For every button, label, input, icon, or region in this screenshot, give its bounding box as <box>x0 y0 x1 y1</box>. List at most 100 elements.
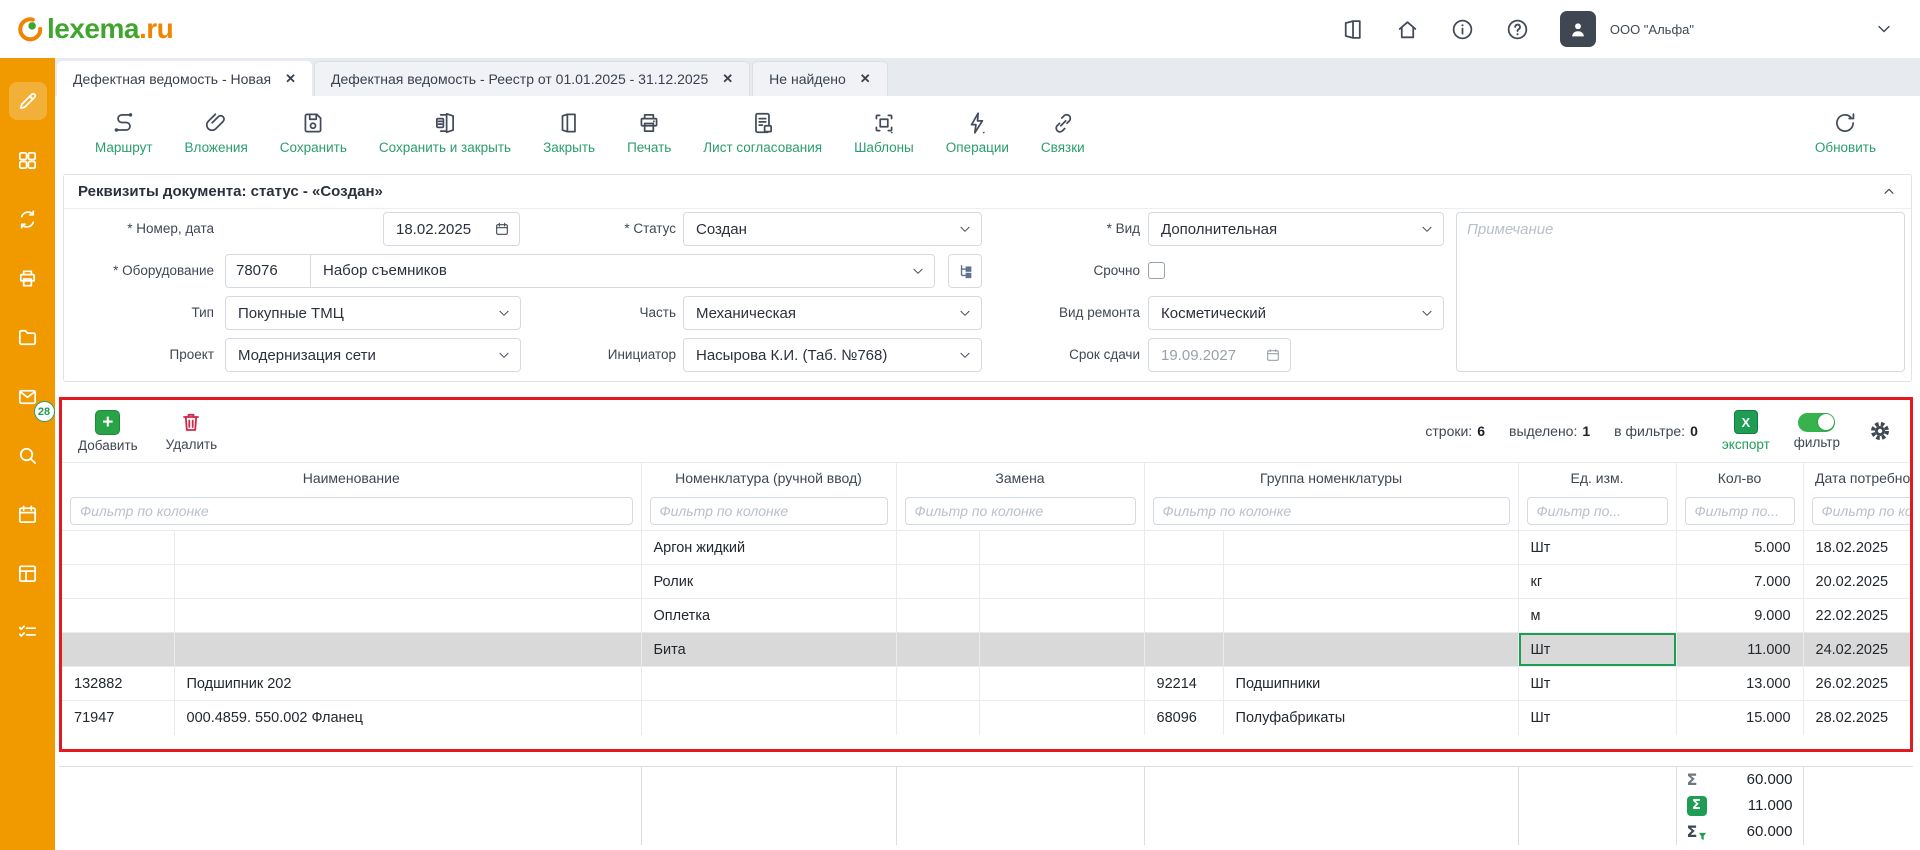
route-button[interactable]: Маршрут <box>79 110 169 155</box>
home-icon[interactable] <box>1395 17 1420 42</box>
help-icon[interactable] <box>1505 17 1530 42</box>
toggle-on-icon[interactable] <box>1798 413 1835 432</box>
tab-label: Не найдено <box>769 71 846 87</box>
lexema-logo[interactable]: lexema.ru <box>14 13 173 45</box>
date-field[interactable] <box>383 212 520 246</box>
search-icon <box>16 444 39 467</box>
column-header-name[interactable]: Наименование <box>62 463 641 493</box>
tab-bar: Дефектная ведомость - Новая ✕ Дефектная … <box>55 58 1920 96</box>
sidebar-item-edit[interactable] <box>9 82 47 120</box>
repair-type-select[interactable]: Косметический <box>1148 296 1444 330</box>
sync-icon <box>16 208 39 231</box>
person-icon <box>1567 18 1589 40</box>
grid-toolbar: + Добавить Удалить строки:6 выделено:1 в… <box>62 400 1910 462</box>
table-row[interactable]: 71947000.4859. 550.002 Фланец68096Полуфа… <box>62 701 1910 735</box>
positions-grid-section: + Добавить Удалить строки:6 выделено:1 в… <box>59 397 1913 752</box>
tab-defect-list-registry[interactable]: Дефектная ведомость - Реестр от 01.01.20… <box>314 61 750 96</box>
logo-swirl-icon <box>14 14 44 44</box>
add-row-button[interactable]: + Добавить <box>78 410 138 453</box>
status-select[interactable]: Создан <box>683 212 982 246</box>
equipment-name: Набор съемников <box>311 255 911 287</box>
export-excel-button[interactable]: X экспорт <box>1722 410 1770 452</box>
deadline-field[interactable] <box>1148 338 1291 372</box>
filter-input-name[interactable] <box>70 497 633 525</box>
part-select[interactable]: Механическая <box>683 296 982 330</box>
close-icon[interactable]: ✕ <box>722 71 733 87</box>
tree-icon <box>956 262 975 281</box>
links-button[interactable]: Связки <box>1025 110 1101 155</box>
sidebar-item-sync[interactable] <box>9 200 47 238</box>
note-textarea[interactable] <box>1456 212 1905 372</box>
collapse-panel-icon[interactable] <box>1881 184 1897 200</box>
table-row[interactable]: 132882Подшипник 20292214ПодшипникиШт13.0… <box>62 667 1910 701</box>
user-avatar[interactable] <box>1560 11 1596 47</box>
exit-door-icon[interactable] <box>1340 17 1365 42</box>
number-input[interactable] <box>225 212 371 246</box>
part-label: Часть <box>526 296 676 330</box>
grid-header-row: Наименование Номенклатура (ручной ввод) … <box>62 463 1910 493</box>
operations-button[interactable]: Операции <box>930 110 1025 155</box>
filter-input-unit[interactable] <box>1527 497 1668 525</box>
grid-totals-footer: Σ60.000 Σ11.000 Σ60.000 <box>59 766 1913 845</box>
gear-icon <box>1868 419 1892 443</box>
table-row[interactable]: Роликкг7.00020.02.2025 <box>62 565 1910 599</box>
table-row[interactable]: Аргон жидкийШт5.00018.02.2025 <box>62 531 1910 565</box>
equipment-select[interactable]: 78076 Набор съемников <box>225 254 935 288</box>
project-select[interactable]: Модернизация сети <box>225 338 521 372</box>
table-row[interactable]: Оплеткам9.00022.02.2025 <box>62 599 1910 633</box>
sidebar-item-print[interactable] <box>9 259 47 297</box>
templates-button[interactable]: Шаблоны <box>838 110 930 155</box>
sidebar-item-mail[interactable]: 28 <box>9 377 47 415</box>
sidebar-item-calendar[interactable] <box>9 495 47 533</box>
date-input[interactable] <box>396 221 488 238</box>
column-header-nomenclature[interactable]: Номенклатура (ручной ввод) <box>641 463 896 493</box>
table-row-selected[interactable]: БитаШт11.00024.02.2025 <box>62 633 1910 667</box>
sidebar-item-files[interactable] <box>9 318 47 356</box>
filter-input-replacement[interactable] <box>905 497 1136 525</box>
column-header-date[interactable]: Дата потребности <box>1803 463 1910 493</box>
vid-select[interactable]: Дополнительная <box>1148 212 1444 246</box>
delete-row-button[interactable]: Удалить <box>166 410 218 452</box>
grid-settings-button[interactable] <box>1868 419 1892 443</box>
sidebar-item-apps[interactable] <box>9 141 47 179</box>
print-button[interactable]: Печать <box>611 110 687 155</box>
deadline-input[interactable] <box>1161 347 1253 364</box>
link-icon <box>1050 110 1076 136</box>
info-icon[interactable] <box>1450 17 1475 42</box>
filter-funnel-icon <box>1698 832 1707 841</box>
save-button[interactable]: Сохранить <box>264 110 363 155</box>
filter-input-qty[interactable] <box>1685 497 1795 525</box>
filter-toggle[interactable]: фильтр <box>1794 413 1840 450</box>
calendar-icon <box>16 503 39 526</box>
filter-input-group[interactable] <box>1153 497 1510 525</box>
save-and-close-button[interactable]: Сохранить и закрыть <box>363 110 527 155</box>
equipment-tree-button[interactable] <box>948 254 982 288</box>
attachments-button[interactable]: Вложения <box>169 110 264 155</box>
selected-total-value: 11.000 <box>1748 797 1793 814</box>
urgent-checkbox[interactable] <box>1148 262 1165 279</box>
sidebar-item-search[interactable] <box>9 436 47 474</box>
column-header-unit[interactable]: Ед. изм. <box>1518 463 1676 493</box>
filter-input-nomenclature[interactable] <box>650 497 888 525</box>
refresh-button[interactable]: Обновить <box>1799 110 1892 155</box>
tab-defect-list-new[interactable]: Дефектная ведомость - Новая ✕ <box>57 61 312 96</box>
repair-type-label: Вид ремонта <box>990 296 1140 330</box>
column-header-group[interactable]: Группа номенклатуры <box>1144 463 1518 493</box>
column-header-qty[interactable]: Кол-во <box>1676 463 1803 493</box>
chevron-down-icon <box>497 348 511 362</box>
calendar-icon[interactable] <box>494 221 510 237</box>
initiator-select[interactable]: Насырова К.И. (Таб. №768) <box>683 338 982 372</box>
close-button[interactable]: Закрыть <box>527 110 611 155</box>
approval-sheet-button[interactable]: Лист согласования <box>687 110 838 155</box>
chevron-down-icon <box>958 306 972 320</box>
chevron-down-icon[interactable] <box>1874 19 1894 39</box>
close-icon[interactable]: ✕ <box>860 71 871 87</box>
column-header-replacement[interactable]: Замена <box>896 463 1144 493</box>
sidebar-item-forms[interactable] <box>9 554 47 592</box>
close-icon[interactable]: ✕ <box>285 71 296 87</box>
tab-not-found[interactable]: Не найдено ✕ <box>752 61 888 96</box>
sidebar-item-tasks[interactable] <box>9 613 47 651</box>
totals-row-selected: Σ11.000 <box>62 793 1913 819</box>
filter-input-date[interactable] <box>1812 497 1910 525</box>
type-select[interactable]: Покупные ТМЦ <box>225 296 521 330</box>
